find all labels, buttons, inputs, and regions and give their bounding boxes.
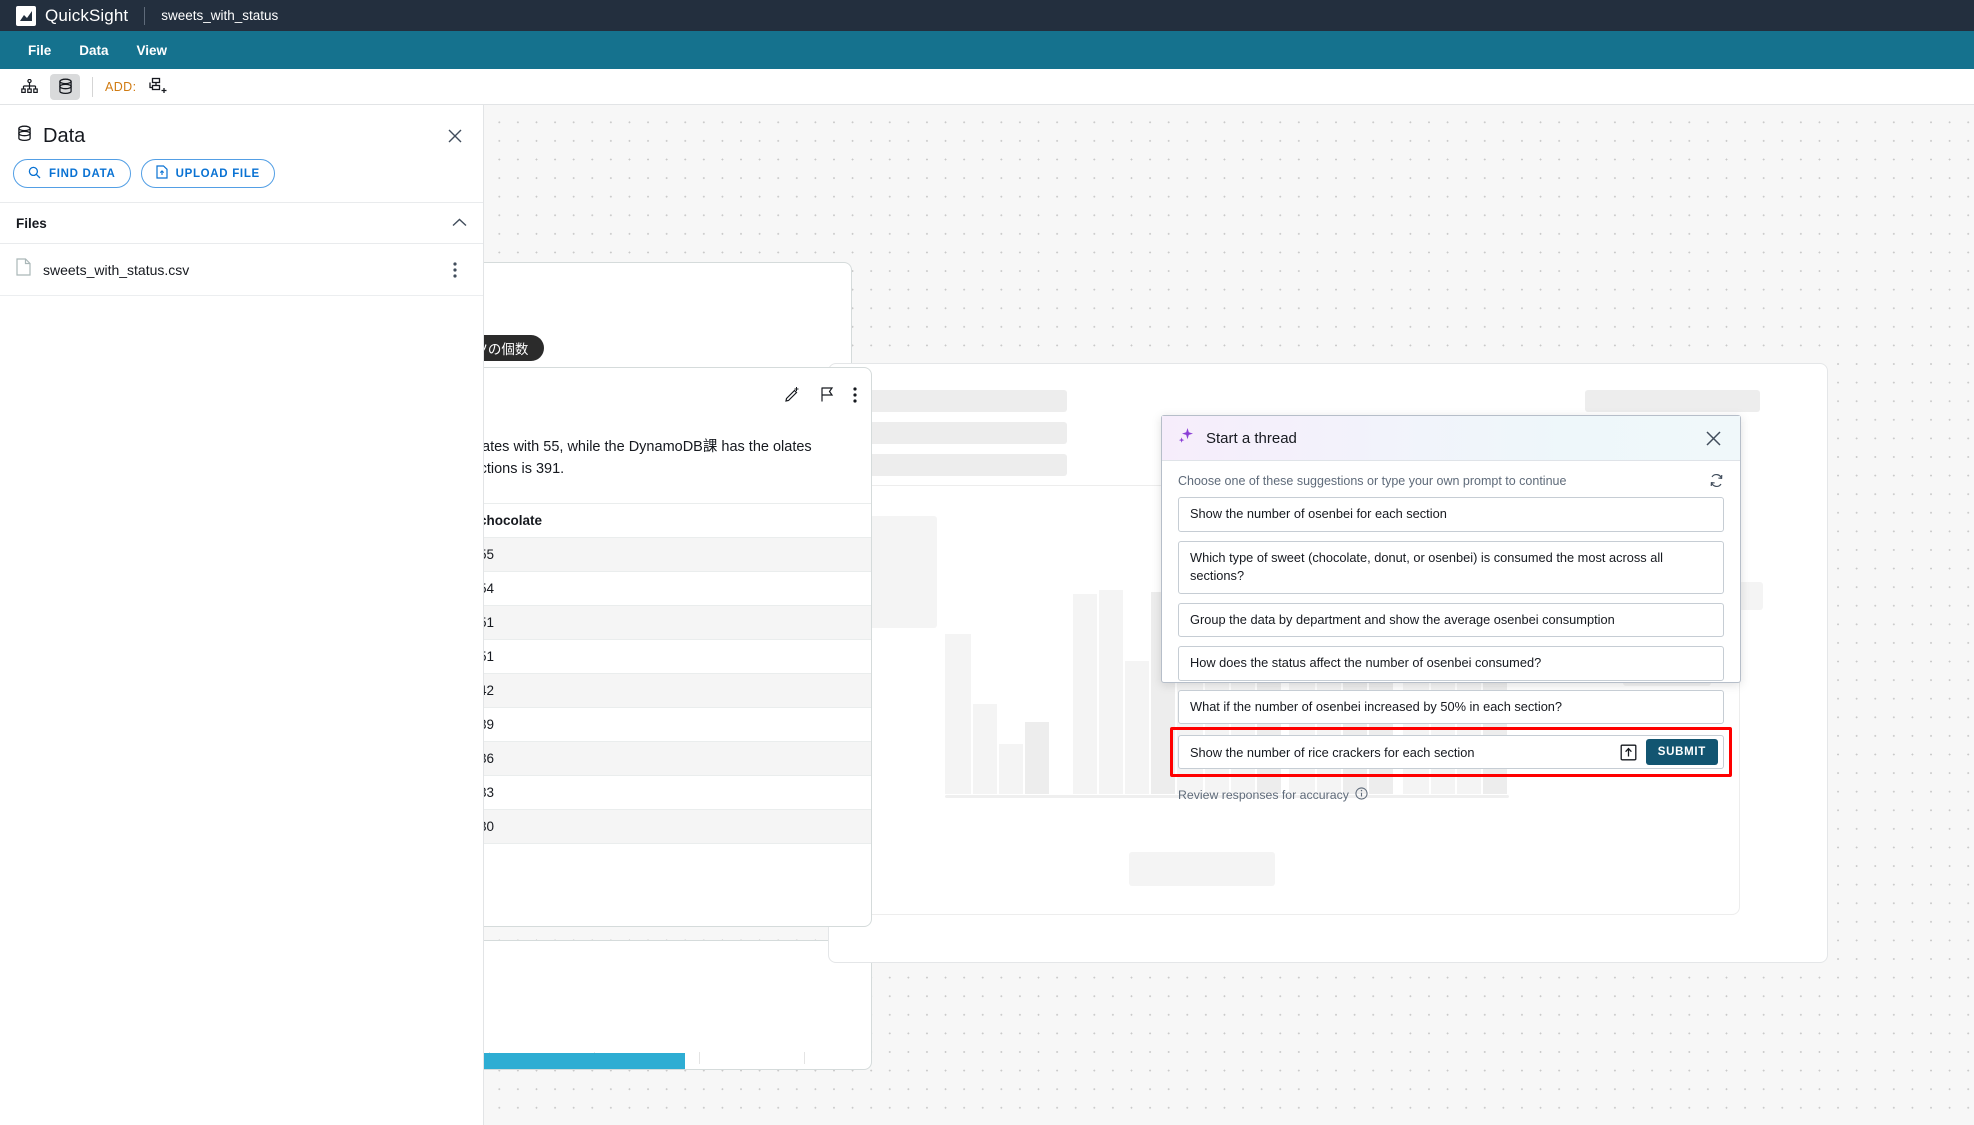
answer-card-actions: [784, 386, 857, 408]
table-header-row: chocolate: [484, 503, 871, 538]
canvas-card-bottom-chart: [484, 940, 872, 1070]
suggestion-item[interactable]: How does the status affect the number of…: [1178, 646, 1724, 681]
table-cell-chocolate: 36: [484, 741, 871, 776]
thread-subtitle-row: Choose one of these suggestions or type …: [1178, 473, 1724, 488]
menu-bar: File Data View: [0, 31, 1974, 69]
top-bar: QuickSight sweets_with_status: [0, 0, 1974, 31]
table-row: 42: [484, 673, 871, 708]
thread-title: Start a thread: [1206, 429, 1297, 447]
prompt-input-container[interactable]: Show the number of rice crackers for eac…: [1178, 735, 1724, 770]
tool-strip: ADD:: [0, 69, 1974, 105]
sparkle-icon: [1178, 427, 1195, 449]
menu-item-view[interactable]: View: [123, 43, 182, 58]
answer-table: chocolate 555451514239363330: [484, 503, 871, 844]
hierarchy-icon[interactable]: [14, 74, 44, 100]
thread-subtitle: Choose one of these suggestions or type …: [1178, 473, 1567, 488]
table-cell-chocolate: 55: [484, 537, 871, 572]
list-item[interactable]: sweets_with_status.csv: [0, 244, 483, 296]
files-section-label: Files: [16, 215, 47, 231]
thread-header: Start a thread: [1162, 416, 1740, 461]
column-header-chocolate: chocolate: [484, 503, 871, 538]
file-name: sweets_with_status.csv: [43, 261, 190, 278]
quicksight-logo-icon: [16, 5, 36, 26]
prompt-input[interactable]: Show the number of rice crackers for eac…: [1190, 745, 1618, 760]
data-panel-header: Data: [0, 113, 483, 159]
table-cell-chocolate: 51: [484, 639, 871, 674]
thread-body: Choose one of these suggestions or type …: [1162, 461, 1740, 813]
refresh-icon[interactable]: [1709, 473, 1724, 488]
menu-item-data[interactable]: Data: [65, 43, 122, 58]
kebab-menu-icon[interactable]: [443, 258, 467, 282]
add-dataset-icon[interactable]: [142, 74, 172, 100]
review-notice: Review responses for accuracy: [1178, 787, 1724, 813]
table-cell-chocolate: 54: [484, 571, 871, 606]
mini-bar: [484, 1053, 685, 1069]
open-file-name: sweets_with_status: [161, 8, 279, 23]
table-row: 54: [484, 571, 871, 606]
table-cell-chocolate: 51: [484, 605, 871, 640]
search-icon: [28, 166, 41, 182]
table-cell-chocolate: 39: [484, 707, 871, 742]
product-name: QuickSight: [45, 5, 129, 25]
table-row: 51: [484, 639, 871, 674]
close-icon[interactable]: [1700, 425, 1726, 451]
kebab-menu-icon[interactable]: [853, 386, 857, 408]
database-icon[interactable]: [50, 73, 80, 100]
flag-icon[interactable]: [819, 386, 835, 408]
quicksight-app: QuickSight sweets_with_status File Data …: [0, 0, 1974, 1125]
toolbar-divider: [92, 76, 93, 97]
table-row: 36: [484, 741, 871, 776]
table-cell-chocolate: 33: [484, 775, 871, 810]
table-row: 55: [484, 537, 871, 572]
data-panel-title: Data: [43, 124, 86, 147]
table-row: 33: [484, 775, 871, 810]
info-icon[interactable]: [1355, 787, 1368, 803]
suggestion-item[interactable]: Which type of sweet (chocolate, donut, o…: [1178, 540, 1724, 594]
upload-file-label: UPLOAD FILE: [175, 167, 260, 180]
data-panel-actions: FIND DATA UPLOAD FILE: [0, 159, 483, 202]
upload-icon[interactable]: [1618, 741, 1640, 763]
add-label: ADD:: [105, 79, 137, 94]
start-thread-dialog: Start a thread Choose one of these sugge…: [1161, 415, 1741, 802]
menu-item-file[interactable]: File: [14, 43, 65, 58]
suggestion-item[interactable]: Show the number of osenbei for each sect…: [1178, 497, 1724, 532]
data-panel: Data FIND DATA UPLOAD FILE Files sweets_…: [0, 105, 484, 1125]
file-icon: [16, 258, 31, 281]
table-row: 51: [484, 605, 871, 640]
table-row: 30: [484, 809, 871, 844]
file-upload-icon: [155, 165, 168, 182]
table-row: 39: [484, 707, 871, 742]
files-section-header[interactable]: Files: [0, 202, 483, 244]
find-data-button[interactable]: FIND DATA: [13, 159, 131, 188]
table-cell-chocolate: 42: [484, 673, 871, 708]
answer-summary-text: ber of chocolates with 55, while the Dyn…: [484, 439, 812, 478]
edit-pencil-icon[interactable]: [784, 386, 801, 408]
upload-file-button[interactable]: UPLOAD FILE: [140, 159, 275, 188]
find-data-label: FIND DATA: [49, 167, 116, 180]
chevron-up-icon[interactable]: [452, 214, 467, 232]
suggestion-item[interactable]: Group the data by department and show th…: [1178, 602, 1724, 638]
table-cell-chocolate: 30: [484, 809, 871, 844]
prompt-row: Show the number of rice crackers for eac…: [1170, 727, 1732, 778]
database-icon: [16, 125, 33, 147]
suggestion-item[interactable]: What if the number of osenbei increased …: [1178, 689, 1724, 725]
answer-card: ber of chocolates with 55, while the Dyn…: [484, 367, 872, 927]
review-text: Review responses for accuracy: [1178, 788, 1349, 803]
chart-title-pill: 課ごとのドーナツの個数: [484, 335, 545, 361]
topbar-divider: [144, 6, 146, 25]
submit-button[interactable]: SUBMIT: [1645, 739, 1718, 766]
close-icon[interactable]: [443, 124, 467, 148]
suggestion-list: Show the number of osenbei for each sect…: [1178, 497, 1724, 725]
